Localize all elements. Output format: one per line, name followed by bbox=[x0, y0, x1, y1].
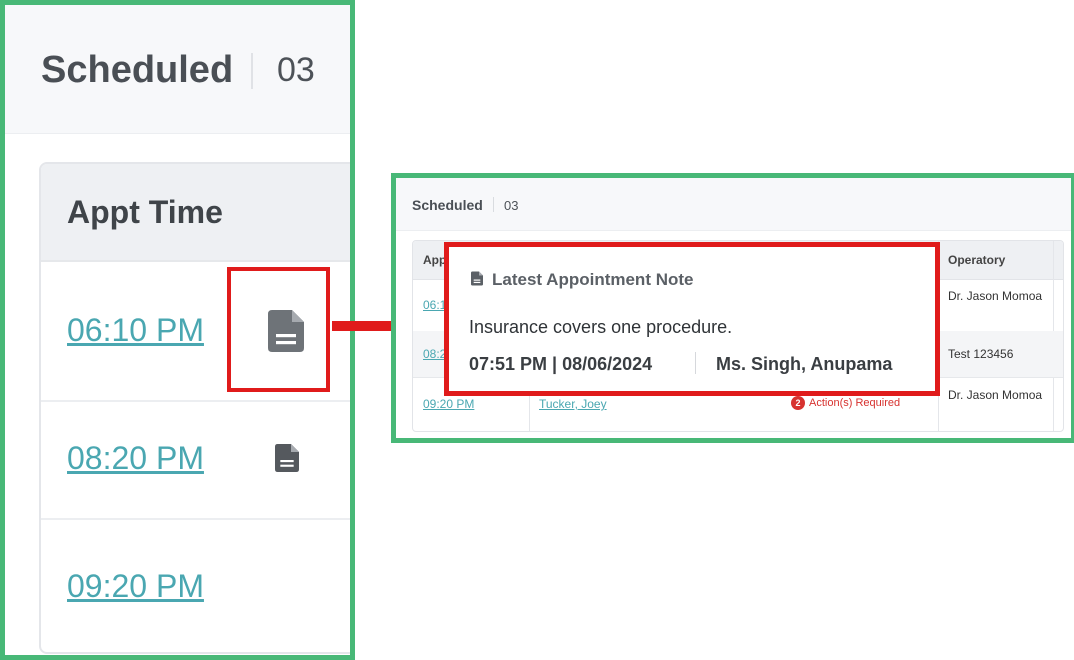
note-author: Ms. Singh, Anupama bbox=[716, 354, 893, 374]
appt-time-link[interactable]: 09:20 PM bbox=[423, 397, 474, 411]
action-required-badge[interactable]: 2 Action(s) Required bbox=[791, 396, 900, 410]
operatory-cell: Dr. Jason Momoa bbox=[948, 388, 1043, 402]
section-title: Scheduled bbox=[41, 49, 234, 91]
appt-time-link[interactable]: 09:20 PM bbox=[67, 568, 204, 605]
table-header: Appt Time bbox=[41, 164, 350, 262]
table-row: 08:20 PM bbox=[41, 400, 350, 520]
patient-name-link[interactable]: Tucker, Joey bbox=[539, 397, 607, 411]
appointment-count: 03 bbox=[277, 51, 315, 89]
column-header-appt: App bbox=[423, 253, 447, 267]
scheduled-header: Scheduled 03 bbox=[5, 5, 350, 134]
operatory-cell: Dr. Jason Momoa bbox=[948, 289, 1043, 303]
icon-highlight-box bbox=[227, 267, 330, 392]
appointment-count: 03 bbox=[504, 198, 519, 213]
appt-time-link[interactable]: 08:2 bbox=[423, 347, 446, 361]
appt-time-link[interactable]: 06:1 bbox=[423, 298, 446, 312]
note-body: Insurance covers one procedure. bbox=[469, 317, 733, 337]
document-icon bbox=[471, 271, 483, 286]
appt-time-link[interactable]: 08:20 PM bbox=[67, 440, 204, 477]
operatory-cell: Test 123456 bbox=[948, 347, 1014, 361]
note-title: Latest Appointment Note bbox=[492, 270, 694, 289]
action-required-label: Action(s) Required bbox=[809, 396, 901, 409]
note-separator bbox=[695, 352, 696, 374]
header-divider bbox=[493, 197, 494, 212]
appt-time-link[interactable]: 06:10 PM bbox=[67, 312, 204, 349]
action-count-icon: 2 bbox=[791, 396, 805, 410]
document-icon[interactable] bbox=[275, 444, 299, 472]
header-divider bbox=[251, 53, 253, 89]
latest-appointment-note-popover: Latest Appointment Note Insurance covers… bbox=[444, 242, 940, 396]
note-timestamp: 07:51 PM | 08/06/2024 bbox=[469, 354, 653, 374]
column-header-appt-time: Appt Time bbox=[67, 194, 223, 230]
column-header-operatory: Operatory bbox=[948, 253, 1006, 267]
scheduled-header: Scheduled 03 bbox=[396, 178, 1071, 231]
appointments-table: Appt Time 06:10 PM 08:20 PM 09:20 PM bbox=[39, 162, 350, 654]
section-title: Scheduled bbox=[412, 197, 483, 213]
table-row: 09:20 PM bbox=[41, 518, 350, 652]
